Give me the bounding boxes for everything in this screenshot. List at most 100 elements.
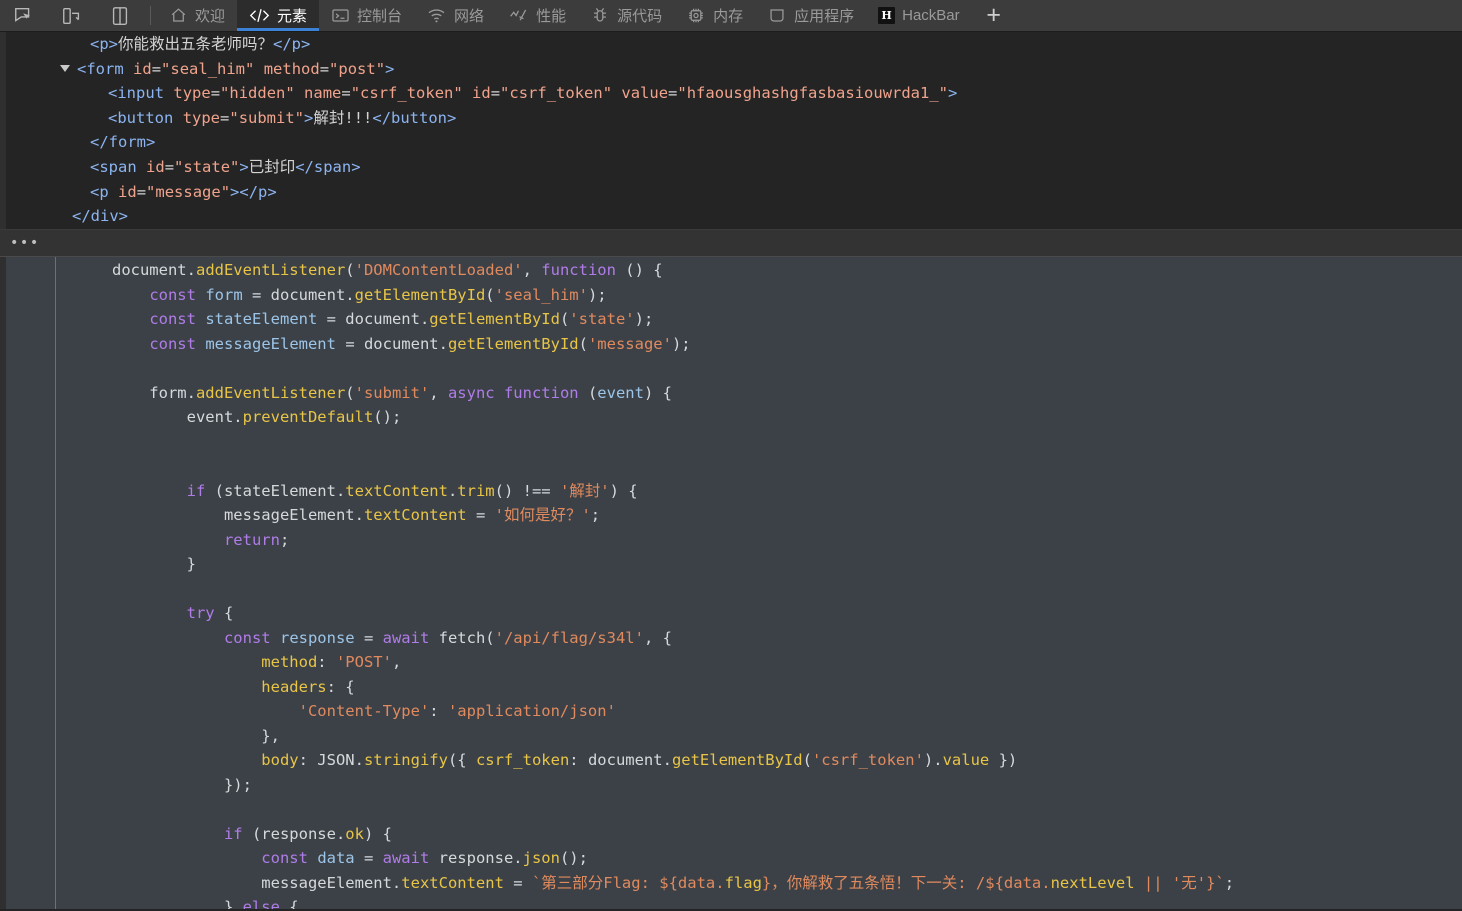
code-token: 'csrf_token' (811, 751, 924, 769)
dom-token: > (304, 108, 314, 127)
tab-sources-label: 源代码 (617, 8, 663, 25)
code-token: getElementById (671, 751, 803, 769)
dom-token (109, 183, 118, 201)
dock-panel-icon[interactable] (96, 0, 144, 31)
dom-token (254, 60, 263, 78)
source-code-line[interactable]: const response = await fetch('/api/flag/… (0, 626, 1234, 651)
tab-memory[interactable]: 内存 (674, 0, 755, 31)
source-code-line[interactable]: const stateElement = document.getElement… (0, 307, 1234, 332)
source-code-line[interactable]: }); (0, 773, 1234, 798)
source-code-line[interactable]: body: JSON.stringify({ csrf_token: docum… (0, 748, 1234, 773)
code-token: (response. (242, 824, 346, 843)
dom-tree-line[interactable]: <p id="message"></p> (0, 180, 1462, 205)
code-token: ) { (643, 383, 672, 402)
dom-tree-line[interactable]: <input type="hidden" name="csrf_token" i… (0, 81, 1462, 106)
dom-tree-line[interactable]: </form> (0, 130, 1462, 155)
source-code-line[interactable] (0, 797, 1234, 822)
dom-token: 你能救出五条老师吗？ (118, 35, 274, 53)
add-tab-button[interactable]: + (972, 0, 1016, 31)
dom-tree-line[interactable]: <button type="submit">解封!!!</button> (0, 106, 1462, 131)
source-code-line[interactable]: document.addEventListener('DOMContentLoa… (0, 258, 1234, 283)
dom-token: > (948, 84, 958, 103)
dom-token: "seal_him" (161, 59, 255, 78)
code-token: = (354, 628, 383, 647)
source-code-line[interactable] (0, 454, 1234, 479)
code-token: , (522, 261, 542, 279)
code-token: messageElement. (0, 506, 364, 524)
source-code-line[interactable]: 'Content-Type': 'application/json' (0, 699, 1234, 724)
source-code-line[interactable]: return; (0, 528, 1234, 553)
panel-left-rail (0, 32, 6, 229)
source-code-line[interactable]: method: 'POST', (0, 650, 1234, 675)
dom-token: input (117, 84, 165, 103)
code-token: json (522, 849, 560, 867)
code-token: : (317, 653, 336, 671)
code-token: messageElement. (0, 873, 402, 892)
source-code-line[interactable]: messageElement.textContent = '如何是好？'; (0, 503, 1234, 528)
tab-hackbar-label: HackBar (902, 7, 960, 24)
dom-tree-line[interactable]: <form id="seal_him" method="post"> (0, 57, 1462, 82)
code-token: ; (279, 530, 290, 549)
dom-token: id (133, 59, 152, 78)
code-token: textContent (363, 506, 467, 524)
dom-tree-panel[interactable]: <p>你能救出五条老师吗？</p> <form id="seal_him" met… (0, 32, 1462, 229)
dom-tree-line[interactable]: <p>你能救出五条老师吗？</p> (0, 32, 1462, 57)
source-code-line[interactable]: } else { (0, 895, 1234, 909)
memory-chip-icon (686, 6, 706, 25)
source-code-line[interactable]: }, (0, 724, 1234, 749)
inspect-element-icon[interactable] (0, 0, 48, 31)
dom-tree-line[interactable]: </div> (0, 204, 1462, 229)
row-overflow-dots[interactable]: ••• (10, 230, 40, 256)
source-code-line[interactable]: try { (0, 601, 1234, 626)
dom-token: type (173, 84, 211, 103)
code-token: ({ (447, 751, 476, 769)
code-token: } (0, 898, 243, 909)
source-code-line[interactable]: if (stateElement.textContent.trim() !== … (0, 479, 1234, 504)
tab-console[interactable]: 控制台 (319, 0, 414, 31)
tab-performance[interactable]: 性能 (496, 0, 578, 31)
code-token: ; (590, 506, 601, 524)
code-token: document (0, 261, 187, 279)
source-code-line[interactable]: headers: { (0, 675, 1234, 700)
tab-sources[interactable]: 源代码 (578, 0, 674, 31)
code-token: = document. (317, 310, 430, 328)
dom-token: < (90, 157, 100, 176)
code-token: value (942, 751, 990, 769)
source-code-line[interactable] (0, 430, 1234, 455)
dom-token: = (319, 59, 330, 78)
code-token: csrf_token (475, 751, 570, 769)
dom-token: < (77, 59, 87, 78)
tab-network[interactable]: 网络 (414, 0, 496, 31)
dom-tree-selected-row[interactable]: ••• <script> == $0 (0, 229, 1462, 304)
twisty-expanded-icon[interactable] (60, 64, 70, 72)
dom-token: "csrf_token" (350, 84, 463, 103)
dom-tree-line[interactable]: <span id="state">已封印</span> (0, 155, 1462, 180)
source-code-line[interactable]: form.addEventListener('submit', async fu… (0, 381, 1234, 406)
code-token: ( (345, 261, 355, 279)
code-token: preventDefault (242, 408, 374, 426)
device-toolbar-icon[interactable] (48, 0, 96, 31)
tab-hackbar[interactable]: H HackBar (866, 0, 972, 31)
tab-welcome[interactable]: 欢迎 (157, 0, 237, 31)
source-code-line[interactable]: const messageElement = document.getEleme… (0, 332, 1234, 357)
source-code-line[interactable]: messageElement.textContent = `第三部分Flag: … (0, 871, 1234, 896)
dom-token: span (99, 157, 137, 176)
source-code-line[interactable]: if (response.ok) { (0, 822, 1234, 847)
code-token: ). (923, 751, 943, 769)
tab-elements[interactable]: 元素 (237, 0, 320, 31)
source-code-line[interactable]: const data = await response.json(); (0, 846, 1234, 871)
source-code-line[interactable]: event.preventDefault(); (0, 405, 1234, 430)
source-code-line[interactable]: const form = document.getElementById('se… (0, 283, 1234, 308)
source-code-line[interactable]: } (0, 552, 1234, 577)
code-token: headers (261, 677, 327, 696)
script-source-panel[interactable]: document.addEventListener('DOMContentLoa… (0, 257, 1462, 909)
source-code-line[interactable] (0, 356, 1234, 381)
code-token: { (214, 604, 234, 622)
tab-application[interactable]: 应用程序 (755, 0, 866, 31)
source-code-line[interactable] (0, 577, 1234, 602)
console-terminal-icon (331, 6, 350, 25)
code-token: const (149, 334, 196, 353)
